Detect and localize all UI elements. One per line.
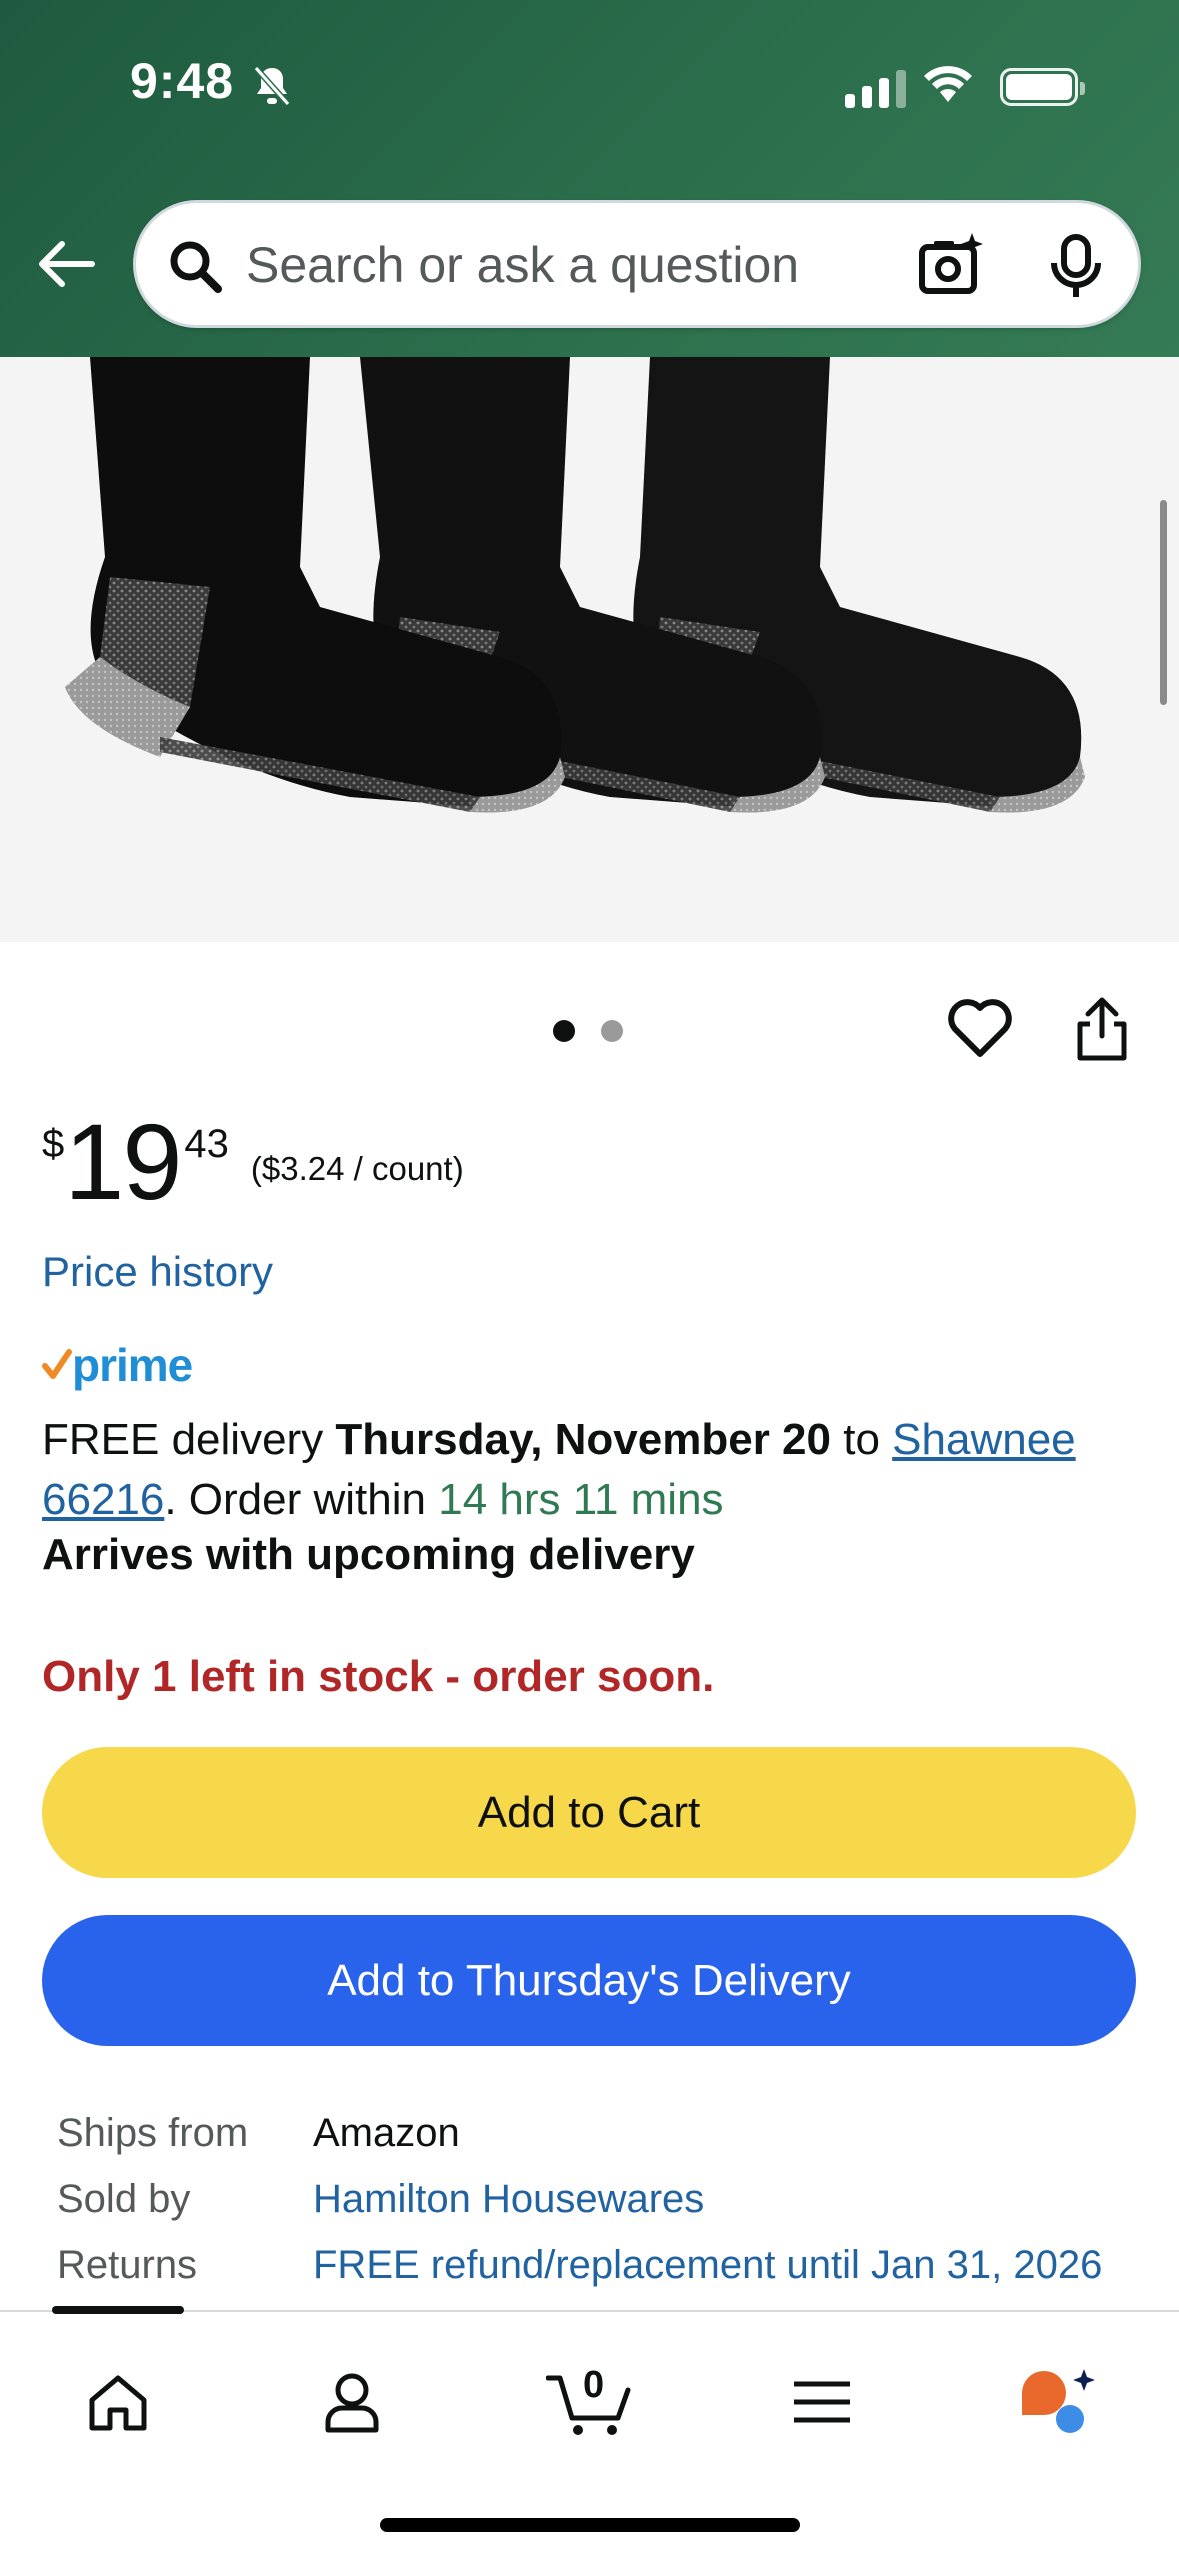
prime-check-icon (42, 1349, 72, 1379)
app-header: 9:48 (0, 0, 1179, 357)
home-icon (89, 2375, 147, 2431)
price-fraction: 43 (184, 1122, 229, 1166)
cart-count: 0 (583, 2364, 605, 2406)
add-to-cart-button[interactable]: Add to Cart (42, 1747, 1136, 1878)
account-icon (325, 2373, 379, 2433)
wifi-icon (924, 66, 972, 102)
sold-by-label: Sold by (57, 2176, 191, 2221)
returns-row: Returns FREE refund/replacement until Ja… (57, 2232, 1102, 2298)
order-within: . Order within (164, 1475, 439, 1524)
search-bar[interactable] (133, 200, 1141, 328)
delivery-to: to (831, 1415, 893, 1464)
product-image[interactable] (0, 357, 1179, 942)
search-input[interactable] (246, 233, 926, 297)
image-carousel-dots[interactable] (553, 1020, 623, 1042)
signal-icon (845, 70, 906, 108)
home-tab-indicator (52, 2306, 184, 2314)
seller-details: Ships from Amazon Sold by Hamilton House… (57, 2100, 1102, 2298)
back-arrow-icon[interactable] (34, 232, 98, 296)
product-price: $ 19 43 ($3.24 / count) (42, 1108, 464, 1216)
ships-from-value: Amazon (313, 2110, 460, 2155)
menu-icon (794, 2381, 850, 2423)
nav-cart[interactable]: 0 (540, 2352, 640, 2452)
sold-by-row: Sold by Hamilton Housewares (57, 2166, 1102, 2232)
camera-lens-icon[interactable] (916, 231, 986, 301)
delivery-date: Thursday, November 20 (335, 1415, 832, 1464)
ships-from-label: Ships from (57, 2110, 249, 2155)
battery-icon (1000, 68, 1085, 106)
rufus-ai-icon (1022, 2369, 1095, 2433)
delivery-info: FREE delivery Thursday, November 20 to S… (42, 1410, 1142, 1530)
nav-menu[interactable] (772, 2352, 872, 2452)
microphone-icon[interactable] (1048, 233, 1104, 301)
socks-image (65, 357, 1085, 813)
arrives-note: Arrives with upcoming delivery (42, 1530, 695, 1579)
price-whole: 19 (64, 1101, 182, 1222)
status-time: 9:48 (130, 53, 235, 109)
search-icon (170, 241, 222, 293)
stock-warning: Only 1 left in stock - order soon. (42, 1652, 715, 1701)
home-gesture-bar (380, 2518, 800, 2532)
sold-by-link[interactable]: Hamilton Housewares (313, 2177, 704, 2222)
ships-from-row: Ships from Amazon (57, 2100, 1102, 2166)
heart-icon[interactable] (947, 998, 1013, 1060)
prime-badge: prime (42, 1338, 193, 1392)
returns-label: Returns (57, 2242, 198, 2287)
bell-slash-icon (253, 66, 291, 106)
returns-link[interactable]: FREE refund/replacement until Jan 31, 20… (313, 2243, 1102, 2288)
unit-price: ($3.24 / count) (250, 1150, 464, 1187)
nav-home[interactable] (68, 2352, 168, 2452)
nav-rufus[interactable] (1008, 2352, 1108, 2452)
prime-label: prime (72, 1339, 193, 1391)
price-history-link[interactable]: Price history (42, 1248, 273, 1296)
share-icon[interactable] (1074, 996, 1130, 1062)
delivery-prefix: FREE delivery (42, 1415, 336, 1464)
carousel-dot[interactable] (601, 1020, 623, 1042)
delivery-countdown: 14 hrs 11 mins (438, 1475, 724, 1524)
scroll-indicator (1160, 500, 1167, 705)
add-to-delivery-button[interactable]: Add to Thursday's Delivery (42, 1915, 1136, 2046)
carousel-dot-active[interactable] (553, 1020, 575, 1042)
price-currency: $ (42, 1122, 65, 1166)
nav-account[interactable] (302, 2352, 402, 2452)
